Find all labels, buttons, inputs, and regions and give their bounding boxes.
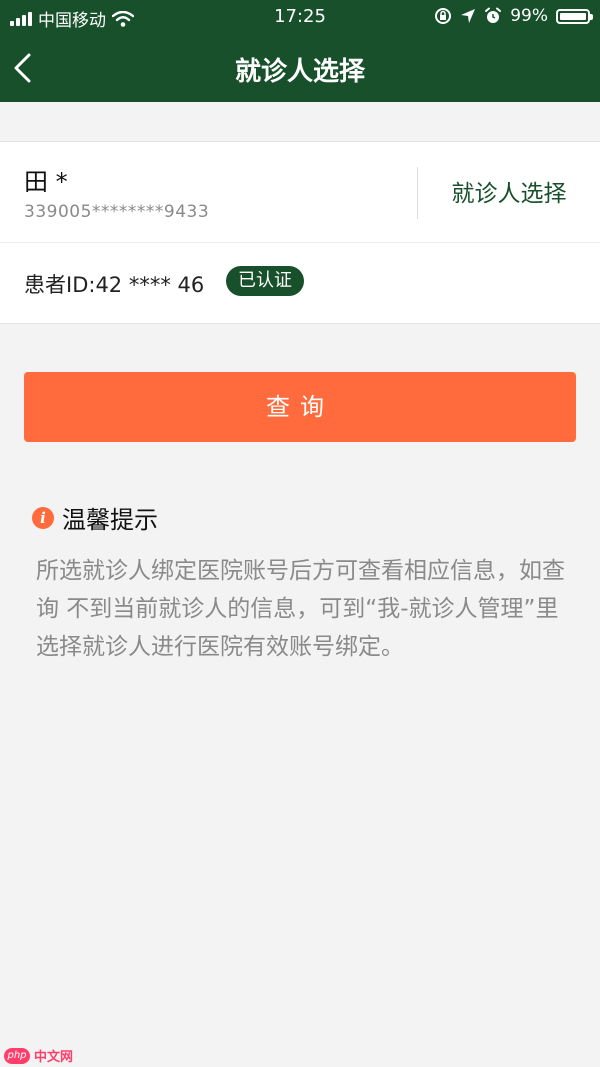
patient-id-number: 339005********9433 [24, 202, 210, 222]
nav-bar: 就诊人选择 [0, 34, 600, 102]
patient-name: 田 * [24, 168, 68, 196]
tips-body: 所选就诊人绑定医院账号后方可查看相应信息，如查询 不到当前就诊人的信息，可到“我… [36, 558, 565, 660]
battery-icon [556, 8, 593, 24]
select-patient-button[interactable]: 就诊人选择 [430, 174, 588, 208]
patient-card: 田 * 339005********9433 就诊人选择 [0, 141, 600, 243]
tips-header: i 温馨提示 [32, 500, 158, 535]
verified-badge: 已认证 [226, 266, 304, 296]
watermark-logo: php [4, 1047, 30, 1064]
battery-label: 99% [510, 6, 548, 26]
watermark-text: 中文网 [34, 1050, 74, 1065]
alarm-icon [485, 7, 502, 23]
location-icon [461, 9, 476, 23]
patient-id-row: 患者ID:42 **** 46 已认证 [0, 243, 600, 324]
query-button[interactable]: 查询 [24, 372, 576, 442]
patient-id-label: 患者ID:42 **** 46 [24, 273, 205, 297]
vertical-divider [417, 167, 418, 219]
status-bar: 中国移动 17:25 99% [0, 0, 600, 34]
orientation-lock-icon [435, 8, 452, 24]
watermark: php 中文网 [4, 1046, 73, 1065]
status-right: 99% [434, 6, 593, 26]
page-title: 就诊人选择 [234, 57, 365, 87]
tips-title: 温馨提示 [62, 506, 158, 534]
app-header: 中国移动 17:25 99% 就诊人选择 [0, 0, 600, 102]
info-icon: i [32, 506, 54, 529]
